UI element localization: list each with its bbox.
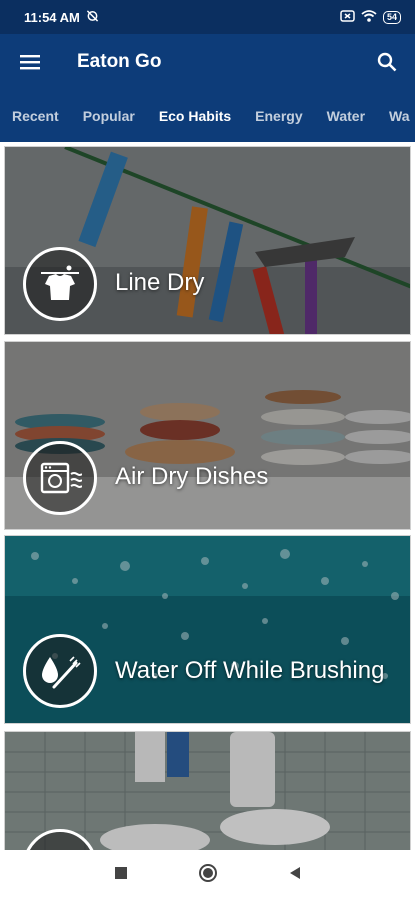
habit-label: Line Dry	[115, 269, 205, 296]
dishwasher-icon	[23, 441, 97, 515]
wifi-icon	[361, 9, 377, 25]
habit-card-water-off-while-brushing[interactable]: Water Off While Brushing	[4, 535, 411, 724]
battery-icon: 54	[382, 10, 401, 24]
habit-label: Water Off While Brushing	[115, 657, 385, 684]
system-nav-bar	[0, 850, 415, 900]
status-bar: 11:54 AM 54	[0, 0, 415, 34]
screen-icon	[340, 9, 355, 25]
home-circle-icon[interactable]	[198, 863, 218, 888]
tab-eco-habits[interactable]: Eco Habits	[147, 108, 243, 124]
search-icon[interactable]	[359, 34, 415, 90]
alarm-off-icon	[86, 9, 99, 25]
app-bar: Eaton Go	[0, 34, 415, 90]
category-tabs: Recent Popular Eco Habits Energy Water W…	[0, 90, 415, 142]
status-time: 11:54 AM	[24, 9, 80, 25]
recents-square-icon[interactable]	[114, 866, 128, 885]
tab-popular[interactable]: Popular	[71, 108, 147, 124]
habit-card-line-dry[interactable]: Line Dry	[4, 146, 411, 335]
habit-card-toilet[interactable]	[4, 731, 411, 850]
toothbrush-water-icon	[23, 634, 97, 708]
habit-label: Air Dry Dishes	[115, 463, 269, 490]
app-title: Eaton Go	[77, 51, 162, 72]
habit-card-air-dry-dishes[interactable]: Air Dry Dishes	[4, 341, 411, 530]
tab-partial[interactable]: Wa	[377, 108, 415, 124]
tab-energy[interactable]: Energy	[243, 108, 314, 124]
habit-list: Line Dry Air Dry Dishes Water Off While …	[0, 142, 415, 850]
tab-recent[interactable]: Recent	[0, 108, 71, 124]
back-triangle-icon[interactable]	[288, 866, 302, 885]
tab-water[interactable]: Water	[315, 108, 377, 124]
shirt-drying-icon	[23, 247, 97, 321]
menu-icon[interactable]	[0, 34, 60, 90]
